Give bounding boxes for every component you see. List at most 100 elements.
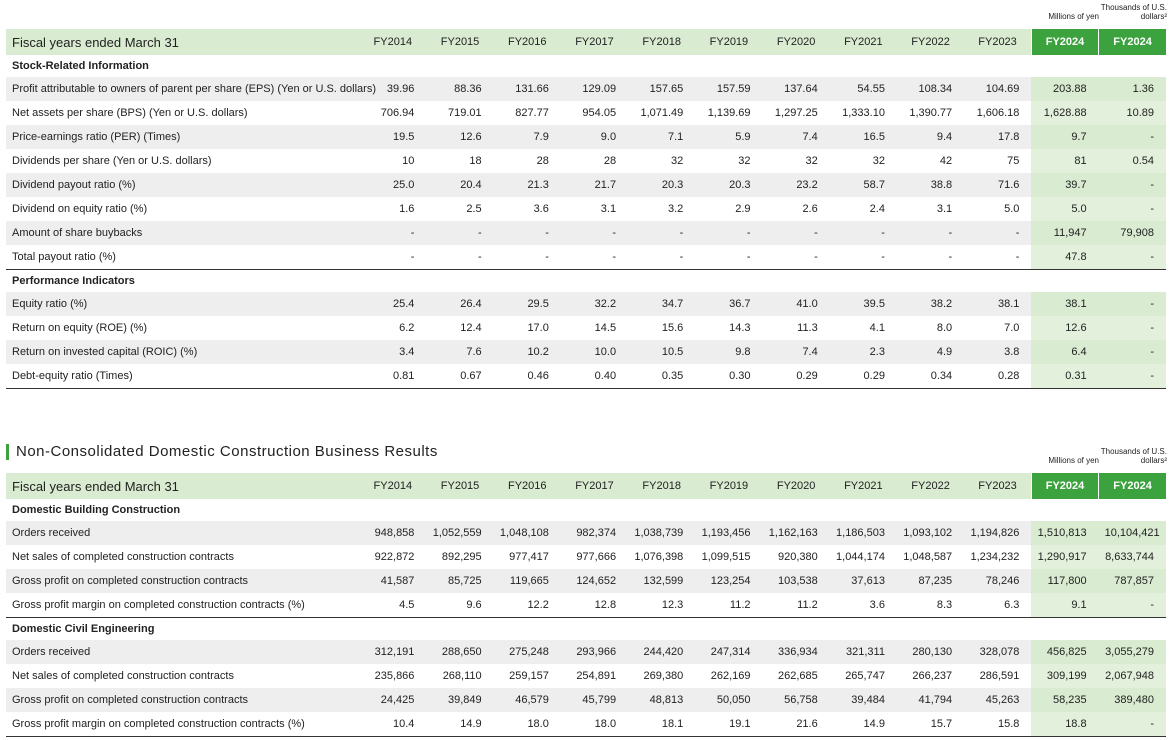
cell-value: 12.4 xyxy=(460,322,482,334)
cell-value: 1,048,108 xyxy=(493,521,561,545)
cell-value: 920,380 xyxy=(777,551,818,563)
year-header: FY2020 xyxy=(762,29,830,55)
cell-value: 9.6 xyxy=(466,599,482,611)
cell-value: 39,484 xyxy=(829,688,897,712)
cell-value: 1,234,232 xyxy=(970,551,1020,563)
cell-value: 16.5 xyxy=(829,125,897,149)
row-label: Debt-equity ratio (Times) xyxy=(6,364,360,389)
cell-value: 0.34 xyxy=(896,364,965,389)
cell-value: 3,055,279 xyxy=(1098,640,1166,664)
row-label: Return on invested capital (ROIC) (%) xyxy=(6,340,360,364)
cell-value: 20.3 xyxy=(628,173,696,197)
row-label: Dividend on equity ratio (%) xyxy=(12,203,148,215)
cell-value: - xyxy=(1098,197,1166,221)
cell-value: 2.4 xyxy=(869,203,885,215)
cell-value: 1.6 xyxy=(399,203,415,215)
cell-value: 456,825 xyxy=(1031,640,1099,664)
cell-value: 254,891 xyxy=(576,670,617,682)
cell-value: 0.40 xyxy=(560,364,629,389)
cell-value: 45,799 xyxy=(560,688,629,712)
cell-value: - xyxy=(477,251,482,263)
header-row: Fiscal years ended March 31 FY2014 FY2015 F… xyxy=(6,473,1166,499)
cell-value: 1,333.10 xyxy=(842,107,885,119)
cell-value: 119,665 xyxy=(493,569,561,593)
row-label: Gross profit on completed construction c… xyxy=(6,688,360,712)
stock-related-table: Fiscal years ended March 31 FY2014 FY2015 F… xyxy=(6,29,1166,389)
cell-value: 280,130 xyxy=(896,640,965,664)
cell-value: 9.0 xyxy=(560,125,629,149)
cell-value: 157.65 xyxy=(628,77,696,101)
cell-value: - xyxy=(359,221,427,245)
cell-value: 12.8 xyxy=(594,599,617,611)
cell-value: 309,199 xyxy=(1031,664,1099,688)
cell-value: 8.3 xyxy=(936,599,953,611)
cell-value: 312,191 xyxy=(359,640,427,664)
section-heading: Domestic Civil Engineering xyxy=(6,617,1166,640)
cell-value: 286,591 xyxy=(979,670,1020,682)
cell-value: 17.0 xyxy=(527,322,549,334)
cell-value: 28 xyxy=(603,155,617,167)
cell-value: 262,169 xyxy=(710,670,751,682)
cell-value: 1,186,503 xyxy=(829,521,897,545)
table-row: Gross profit on completed construction c… xyxy=(6,569,1166,593)
cell-value: 11.3 xyxy=(797,322,818,334)
table-row: Debt-equity ratio (Times) 0.81 0.67 0.46 0.4… xyxy=(6,364,1166,389)
cell-value: 32.2 xyxy=(560,292,629,316)
year-header: FY2024 xyxy=(1098,473,1166,499)
cell-value: 25.4 xyxy=(359,292,427,316)
cell-value: 892,295 xyxy=(441,551,482,563)
cell-value: 157.59 xyxy=(695,77,763,101)
row-label: Return on equity (ROE) (%) xyxy=(12,322,148,334)
cell-value: 2.9 xyxy=(735,203,751,215)
cell-value: 14.9 xyxy=(829,712,897,737)
unit-millions-yen: Millions of yen xyxy=(1048,12,1099,21)
cell-value: 827.77 xyxy=(515,107,549,119)
cell-value: 29.5 xyxy=(493,292,561,316)
cell-value: 288,650 xyxy=(426,640,494,664)
cell-value: 45,263 xyxy=(964,688,1032,712)
cell-value: 37,613 xyxy=(829,569,897,593)
cell-value: 293,966 xyxy=(560,640,629,664)
cell-value: 18 xyxy=(469,155,482,167)
section-heading-row: Domestic Building Construction xyxy=(6,499,1166,521)
cell-value: 11.2 xyxy=(729,599,751,611)
cell-value: 12.2 xyxy=(527,599,549,611)
cell-value: 265,747 xyxy=(845,670,885,682)
year-header: FY2016 xyxy=(493,29,561,55)
cell-value: 9.4 xyxy=(896,125,965,149)
cell-value: 12.6 xyxy=(1031,316,1099,340)
table-row: Orders received 312,191 288,650 275,248 293,… xyxy=(6,640,1166,664)
cell-value: 1,290,917 xyxy=(1031,545,1099,569)
cell-value: 1,193,456 xyxy=(695,521,763,545)
cell-value: 5.0 xyxy=(1004,203,1020,215)
cell-value: 2.3 xyxy=(829,340,897,364)
cell-value: 3.6 xyxy=(869,599,885,611)
cell-value: 11,947 xyxy=(1031,221,1099,245)
year-header: FY2017 xyxy=(560,473,629,499)
row-label: Net sales of completed construction cont… xyxy=(12,670,234,682)
cell-value: 20.4 xyxy=(426,173,494,197)
year-header: FY2018 xyxy=(628,29,696,55)
cell-value: 269,380 xyxy=(643,670,684,682)
cell-value: 87,235 xyxy=(896,569,965,593)
table-row: Net sales of completed construction cont… xyxy=(6,664,1166,688)
cell-value: 129.09 xyxy=(560,77,629,101)
cell-value: 0.30 xyxy=(695,364,763,389)
year-header: FY2023 xyxy=(964,29,1032,55)
cell-value: 48,813 xyxy=(628,688,696,712)
cell-value: - xyxy=(628,221,696,245)
cell-value: 25.0 xyxy=(359,173,427,197)
cell-value: - xyxy=(896,221,965,245)
table-row: Orders received 948,858 1,052,559 1,048,108… xyxy=(6,521,1166,545)
cell-value: 982,374 xyxy=(560,521,629,545)
cell-value: 24,425 xyxy=(359,688,427,712)
year-header: FY2021 xyxy=(829,29,897,55)
cell-value: 15.8 xyxy=(964,712,1032,737)
cell-value: 275,248 xyxy=(493,640,561,664)
cell-value: 203.88 xyxy=(1031,77,1099,101)
cell-value: 8,633,744 xyxy=(1098,545,1166,569)
table-row: Net sales of completed construction cont… xyxy=(6,545,1166,569)
cell-value: - xyxy=(545,251,549,263)
year-header: FY2024 xyxy=(1030,29,1099,55)
cell-value: 244,420 xyxy=(628,640,696,664)
